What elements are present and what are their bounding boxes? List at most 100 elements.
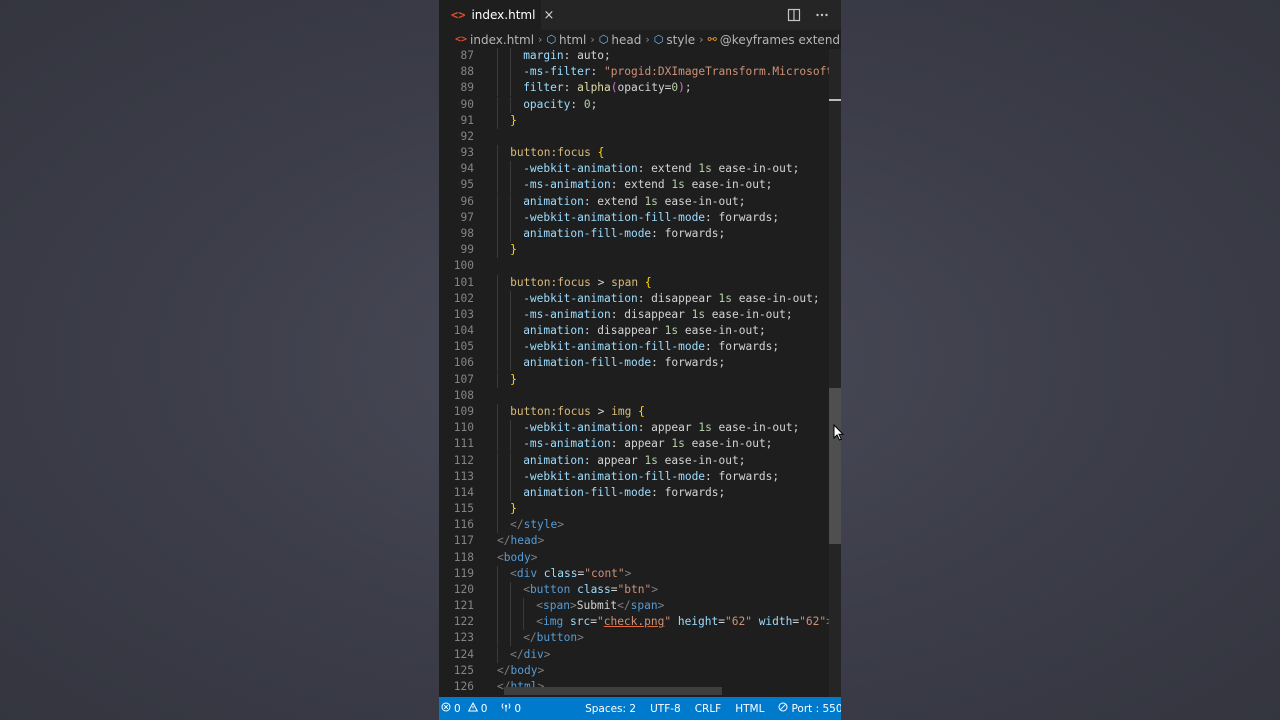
eol-status[interactable]: CRLF <box>695 703 722 715</box>
code-line[interactable]: 122 <img src="check.png" height="62" widt… <box>439 614 829 631</box>
problems-indicator[interactable]: 0 0 <box>441 701 487 715</box>
code-line[interactable]: 104 animation: disappear 1s ease-in-out; <box>439 323 829 340</box>
code-line[interactable]: 109 button:focus > img { <box>439 403 829 420</box>
language-mode-status[interactable]: HTML <box>735 703 764 715</box>
code-line[interactable]: 108 <box>439 388 829 404</box>
code-line[interactable]: 94 -webkit-animation: extend 1s ease-in-o… <box>439 161 829 178</box>
tab-index-html[interactable]: <> index.html × <box>439 0 554 30</box>
code-token: body <box>510 663 538 677</box>
code-line[interactable]: 118 <body> <box>439 550 829 566</box>
code-line[interactable]: 107} <box>439 371 829 388</box>
code-token: = <box>718 615 725 629</box>
code-token: > <box>624 566 632 580</box>
vertical-scrollbar-thumb[interactable] <box>829 388 841 544</box>
code-line[interactable]: 106 animation-fill-mode: forwards; <box>439 355 829 372</box>
breadcrumb-item-style[interactable]: style <box>666 33 695 47</box>
code-token: -webkit-animation <box>523 162 638 176</box>
code-line[interactable]: 99} <box>439 242 829 259</box>
breadcrumb-item-head[interactable]: head <box>611 33 641 47</box>
code-token: -webkit-animation <box>523 421 638 435</box>
code-line[interactable]: 123 </button> <box>439 630 829 647</box>
ports-indicator[interactable]: 0 <box>501 702 521 715</box>
code-token: opacity= <box>617 81 672 95</box>
code-line[interactable]: 119 <div class="cont"> <box>439 565 829 582</box>
code-line[interactable]: 105 -webkit-animation-fill-mode: forwards… <box>439 339 829 356</box>
code-line[interactable]: 100 <box>439 258 829 274</box>
indent-guide <box>497 64 498 81</box>
live-server-port[interactable]: Port : 5500 <box>778 702 841 715</box>
code-line[interactable]: 91} <box>439 112 829 129</box>
code-token: { <box>644 275 652 289</box>
code-line[interactable]: 95 -ms-animation: extend 1s ease-in-out; <box>439 177 829 194</box>
line-number: 100 <box>453 259 474 273</box>
code-line[interactable]: 102 -webkit-animation: disappear 1s ease-… <box>439 290 829 307</box>
code-line[interactable]: 90 opacity: 0; <box>439 96 829 113</box>
indent-guide <box>510 80 512 97</box>
element-icon: ⬡ <box>598 33 609 46</box>
code-line[interactable]: 112 animation: appear 1s ease-in-out; <box>439 452 829 469</box>
line-number: 87 <box>460 49 474 62</box>
horizontal-scrollbar-thumb[interactable] <box>504 687 722 695</box>
breadcrumb-item-file[interactable]: index.html <box>470 33 534 47</box>
indent-guide <box>497 242 498 259</box>
code-line[interactable]: 117 </head> <box>439 533 829 549</box>
line-number: 112 <box>453 453 474 467</box>
chevron-right-icon: › <box>645 33 650 46</box>
code-line[interactable]: 124 </div> <box>439 646 829 663</box>
close-icon[interactable]: × <box>543 8 554 23</box>
indent-guide <box>497 355 498 372</box>
code-token: 1s <box>698 162 712 176</box>
code-token: : <box>590 65 605 79</box>
breadcrumb-item-html[interactable]: html <box>559 33 586 47</box>
code-line[interactable]: 96 animation: extend 1s ease-in-out; <box>439 193 829 210</box>
code-line[interactable]: 88 -ms-filter: "progid:DXImageTransform.M… <box>439 64 829 81</box>
indent-guide <box>497 420 498 437</box>
line-number: 113 <box>453 469 474 483</box>
scrollbar-cursor-marker <box>829 99 841 101</box>
breadcrumb-item-keyframes[interactable]: @keyframes extend <box>720 33 840 47</box>
line-number: 108 <box>453 388 474 402</box>
code-text: } <box>510 242 517 258</box>
code-line[interactable]: 116 </style> <box>439 517 829 534</box>
element-icon: ⬡ <box>546 33 557 46</box>
code-line[interactable]: 110 -webkit-animation: appear 1s ease-in-… <box>439 420 829 437</box>
code-token: 1s <box>698 421 712 435</box>
code-line[interactable]: 98 animation-fill-mode: forwards; <box>439 225 829 242</box>
split-editor-icon[interactable] <box>787 7 801 26</box>
code-text: opacity: 0; <box>523 97 597 113</box>
indent-guide <box>510 614 512 631</box>
code-line[interactable]: 87 margin: auto; <box>439 48 829 64</box>
status-bar: 0 0 0 Spaces: 2 UTF-8 CRLF HTML Port : 5… <box>439 697 841 720</box>
code-line[interactable]: 97 -webkit-animation-fill-mode: forwards; <box>439 209 829 226</box>
code-token: filter <box>523 81 564 95</box>
more-actions-icon[interactable] <box>815 7 829 26</box>
indent-guide <box>510 630 512 647</box>
code-line[interactable]: 93 button:focus { <box>439 145 829 162</box>
code-line[interactable]: 121 <span>Submit</span> <box>439 598 829 615</box>
code-text: <body> <box>497 550 537 566</box>
indentation-status[interactable]: Spaces: 2 <box>585 703 636 715</box>
code-line[interactable]: 113 -webkit-animation-fill-mode: forwards… <box>439 468 829 485</box>
code-line[interactable]: 111 -ms-animation: appear 1s ease-in-out; <box>439 436 829 453</box>
code-line[interactable]: 125 </body> <box>439 663 829 679</box>
code-line[interactable]: 115} <box>439 501 829 518</box>
code-token: </ <box>617 599 631 613</box>
encoding-status[interactable]: UTF-8 <box>650 703 681 715</box>
code-token: : forwards; <box>705 469 780 483</box>
code-line[interactable]: 120 <button class="btn"> <box>439 581 829 598</box>
code-line[interactable]: 89 filter: alpha(opacity=0); <box>439 80 829 97</box>
indent-guide <box>497 468 498 485</box>
vertical-scrollbar[interactable] <box>829 49 841 697</box>
code-line[interactable]: 114 animation-fill-mode: forwards; <box>439 484 829 501</box>
code-line[interactable]: 92 <box>439 129 829 145</box>
code-token: : appear <box>583 453 645 467</box>
code-text: </head> <box>497 533 544 549</box>
line-number: 125 <box>453 663 474 677</box>
line-number: 93 <box>460 146 474 160</box>
line-number: 120 <box>453 582 474 596</box>
code-line[interactable]: 101 button:focus > span { <box>439 274 829 291</box>
line-number: 116 <box>453 518 474 532</box>
code-area[interactable]: 87 margin: auto; 88 -ms-filter: "progid:DXI… <box>439 47 829 697</box>
code-line[interactable]: 103 -ms-animation: disappear 1s ease-in-o… <box>439 306 829 323</box>
tab-bar: <> index.html × <box>439 0 841 30</box>
